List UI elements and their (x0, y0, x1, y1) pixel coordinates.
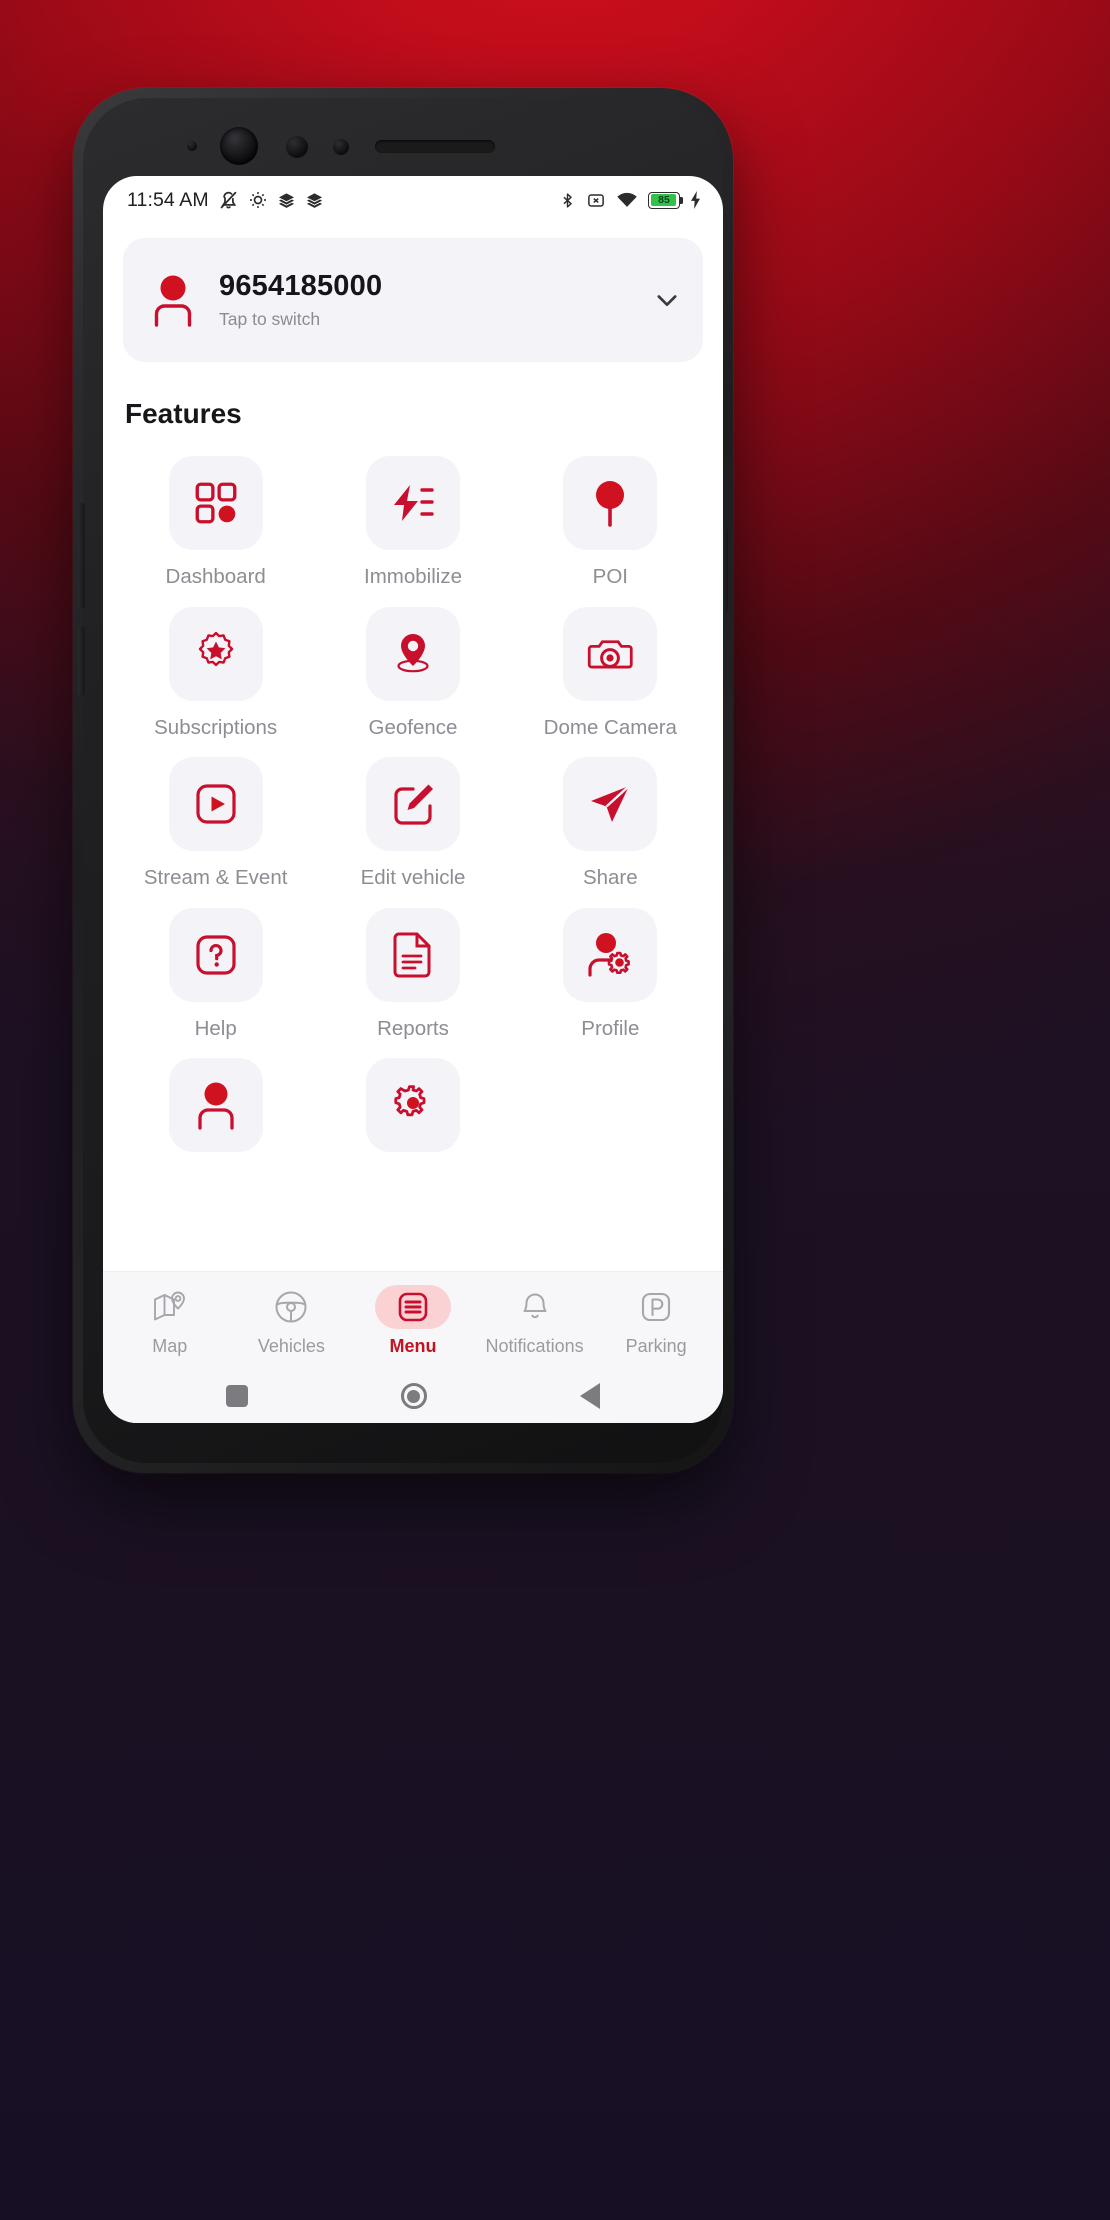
feature-tile-subscriptions[interactable]: Subscriptions (117, 606, 314, 740)
geofence-pin-icon (365, 606, 460, 701)
chevron-down-icon[interactable] (653, 286, 681, 314)
dashboard-grid-icon (168, 456, 263, 550)
tab-menu[interactable]: Menu (352, 1284, 474, 1357)
feature-label: Share (582, 866, 638, 890)
phone-bezel: 11:54 AM 85 9654185000 Tap to switch Fea… (78, 98, 728, 1463)
square-recents-icon[interactable] (225, 1385, 248, 1408)
bottom-tab-bar: Map Vehicles Menu Notifications Parking (103, 1271, 723, 1423)
immobilize-bolt-icon (365, 456, 460, 550)
phone-screen: 11:54 AM 85 9654185000 Tap to switch Fea… (103, 176, 723, 1423)
features-section-title: Features (125, 398, 242, 429)
account-subtitle: Tap to switch (219, 309, 321, 330)
features-grid: Dashboard Immobilize POI Subscriptions G… (103, 456, 723, 1168)
subscription-badge-star-icon (168, 606, 263, 701)
status-bar-left: 11:54 AM (127, 189, 324, 212)
map-pin-icon (132, 1285, 208, 1329)
mute-bell-icon (218, 190, 239, 211)
tab-vehicles[interactable]: Vehicles (231, 1285, 353, 1357)
proximity-sensor-icon (286, 136, 308, 158)
feature-label: Immobilize (364, 565, 462, 588)
feature-tile-partial-empty (512, 1058, 709, 1168)
tab-label: Notifications (485, 1335, 584, 1356)
account-text: 9654185000 Tap to switch (219, 270, 633, 330)
feature-label: Dashboard (165, 565, 266, 588)
feature-label: Profile (581, 1016, 640, 1040)
layers-icon (305, 191, 324, 210)
feature-tile-partial-user[interactable] (117, 1058, 314, 1168)
feature-label: Reports (377, 1016, 449, 1040)
tab-label: Vehicles (257, 1335, 325, 1356)
feature-label: Edit vehicle (360, 866, 466, 890)
feature-tile-geofence[interactable]: Geofence (314, 606, 511, 740)
reports-document-icon (365, 907, 460, 1002)
tab-label: Menu (389, 1335, 437, 1356)
triangle-back-icon[interactable] (580, 1383, 601, 1410)
stream-play-icon (168, 757, 263, 852)
android-navigation-bar (103, 1369, 723, 1423)
poi-pin-icon (563, 456, 658, 550)
user-avatar-icon (147, 273, 199, 327)
edit-pencil-icon (365, 757, 460, 852)
user-avatar-icon (168, 1058, 263, 1153)
status-bar: 11:54 AM 85 (103, 176, 723, 224)
circle-home-icon[interactable] (400, 1383, 427, 1410)
volume-up-button[interactable] (78, 503, 85, 609)
dome-camera-icon (563, 606, 658, 701)
bell-icon (497, 1285, 573, 1329)
front-camera-icon (220, 127, 258, 165)
account-phone-number: 9654185000 (219, 269, 383, 302)
tab-notifications[interactable]: Notifications (474, 1285, 596, 1357)
status-bar-clock: 11:54 AM (127, 188, 209, 211)
feature-tile-reports[interactable]: Reports (314, 907, 511, 1041)
layers-icon (277, 191, 296, 210)
feature-tile-immobilize[interactable]: Immobilize (314, 456, 511, 589)
feature-tile-dashboard[interactable]: Dashboard (117, 456, 314, 589)
feature-label: Dome Camera (543, 715, 677, 739)
parking-p-icon (618, 1285, 694, 1329)
feature-tile-profile[interactable]: Profile (512, 907, 709, 1041)
feature-tile-help[interactable]: Help (117, 907, 314, 1041)
feature-label: Subscriptions (154, 715, 278, 739)
battery-icon: 85 (648, 191, 683, 209)
feature-tile-share[interactable]: Share (512, 757, 709, 890)
feature-tile-edit-vehicle[interactable]: Edit vehicle (314, 757, 511, 890)
tab-label: Map (152, 1335, 188, 1356)
sim-off-icon (586, 191, 606, 210)
feature-label: Geofence (368, 715, 458, 739)
phone-device-frame: 11:54 AM 85 9654185000 Tap to switch Fea… (73, 88, 733, 1473)
volume-down-button[interactable] (78, 626, 85, 696)
share-send-icon (563, 757, 658, 852)
battery-level-label: 85 (658, 193, 670, 206)
sensor-dot-icon (187, 141, 197, 151)
feature-label: Stream & Event (143, 866, 288, 890)
tab-parking[interactable]: Parking (595, 1285, 717, 1357)
tab-map[interactable]: Map (109, 1285, 231, 1357)
account-switch-card[interactable]: 9654185000 Tap to switch (123, 238, 703, 362)
tab-label: Parking (625, 1335, 687, 1356)
bluetooth-icon (559, 191, 576, 210)
feature-label: POI (592, 565, 628, 588)
settings-gear-user-icon (365, 1058, 460, 1153)
feature-label: Help (194, 1016, 237, 1040)
help-question-icon (168, 907, 263, 1002)
steering-wheel-icon (253, 1285, 329, 1329)
menu-list-icon (374, 1284, 451, 1329)
android-gear-icon (248, 190, 268, 210)
feature-tile-stream-event[interactable]: Stream & Event (117, 757, 314, 890)
wifi-icon (616, 191, 638, 209)
profile-settings-icon (563, 907, 658, 1002)
status-bar-right: 85 (559, 191, 701, 210)
tab-list: Map Vehicles Menu Notifications Parking (103, 1272, 723, 1369)
earpiece-speaker (375, 140, 495, 153)
charging-bolt-icon (690, 191, 701, 209)
light-sensor-icon (333, 139, 349, 155)
feature-tile-poi[interactable]: POI (512, 456, 709, 589)
feature-tile-partial-settings[interactable] (314, 1058, 511, 1168)
feature-tile-dome-camera[interactable]: Dome Camera (512, 606, 709, 740)
